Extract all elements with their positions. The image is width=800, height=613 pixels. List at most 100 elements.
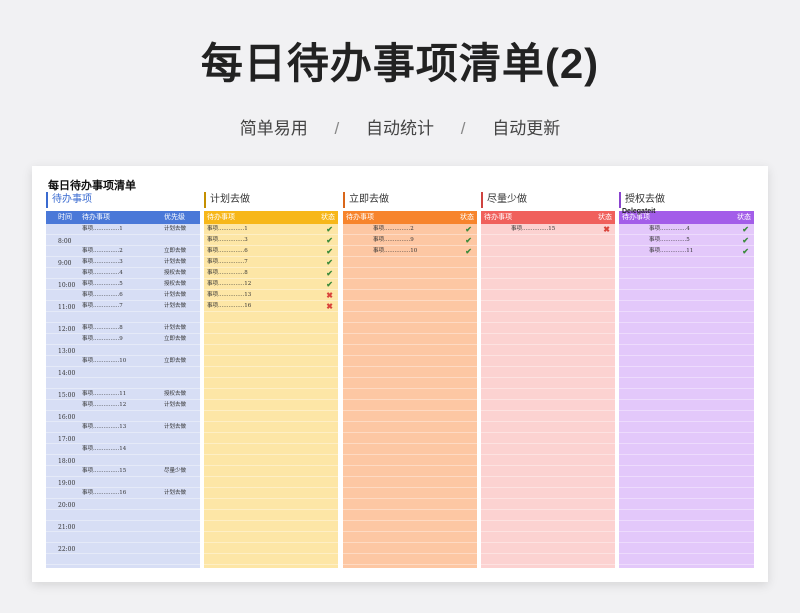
schedule-row: 事项...............5 授权去做 xyxy=(46,279,200,290)
time-label: 22:00 xyxy=(58,546,76,553)
quadrant-row: 事项...............6 ✔ xyxy=(204,246,338,257)
plan-heading: 计划去做 xyxy=(204,192,338,208)
check-icon: ✔ xyxy=(326,279,333,289)
check-icon: ✔ xyxy=(326,235,333,245)
schedule-row: 事项...............15 尽量少做 xyxy=(46,466,200,477)
task-text: 事项...............15 xyxy=(511,226,556,232)
task-text: 事项...............8 xyxy=(82,325,123,331)
task-text: 事项...............1 xyxy=(207,226,248,232)
plan-header-bar: 待办事项 状态 xyxy=(204,211,338,224)
time-label: 20:00 xyxy=(58,502,76,509)
separator: / xyxy=(334,119,340,138)
task-text: 事项...............13 xyxy=(207,292,252,298)
schedule-row: 事项...............1 计划去做 xyxy=(46,224,200,235)
status-column-header: 状态 xyxy=(598,213,612,221)
priority-text: 计划去做 xyxy=(164,490,187,496)
quadrant-row: 事项...............15 ✖ xyxy=(481,224,615,235)
cross-icon: ✖ xyxy=(326,290,333,300)
quadrant-row: 事项...............7 ✔ xyxy=(204,257,338,268)
task-text: 事项...............8 xyxy=(207,270,248,276)
priority-text: 尽量少做 xyxy=(164,468,187,474)
schedule-header-bar: 时间 待办事项 优先级 xyxy=(46,211,200,224)
task-text: 事项...............16 xyxy=(207,303,252,309)
todo-sheet: 每日待办事项清单 待办事项 时间 待办事项 优先级 8:00 9:00 10:00 1… xyxy=(32,166,768,582)
task-text: 事项...............14 xyxy=(82,446,127,452)
quadrant-row: 事项...............1 ✔ xyxy=(204,224,338,235)
delegate-heading: 授权去做 xyxy=(619,192,754,208)
task-text: 事项...............12 xyxy=(82,402,127,408)
priority-column-header: 优先级 xyxy=(164,213,185,221)
task-text: 事项...............15 xyxy=(82,468,127,474)
priority-text: 授权去做 xyxy=(164,281,187,287)
sheet-title: 每日待办事项清单 xyxy=(48,179,136,192)
quadrant-row: 事项...............9 ✔ xyxy=(343,235,477,246)
check-icon: ✔ xyxy=(742,246,749,256)
quadrant-row: 事项...............8 ✔ xyxy=(204,268,338,279)
priority-text: 计划去做 xyxy=(164,325,187,331)
task-text: 事项...............1 xyxy=(82,226,123,232)
quadrant-row: 事项...............16 ✖ xyxy=(204,301,338,312)
time-slot: 14:00 xyxy=(46,368,200,379)
time-slot: 22:00 xyxy=(46,544,200,555)
task-column-header: 待办事项 xyxy=(207,213,235,221)
schedule-row: 事项...............14 xyxy=(46,444,200,455)
task-text: 事项...............6 xyxy=(82,292,123,298)
task-text: 事项...............11 xyxy=(649,248,694,254)
check-icon: ✔ xyxy=(465,235,472,245)
schedule-row: 事项...............13 计划去做 xyxy=(46,422,200,433)
quadrant-row: 事项...............13 ✖ xyxy=(204,290,338,301)
task-text: 事项...............5 xyxy=(82,281,123,287)
page-title: 每日待办事项清单(2) xyxy=(200,40,600,87)
schedule-body: 8:00 9:00 10:00 11:00 12:00 13:00 14:00 15:00 16… xyxy=(46,224,200,568)
schedule-row: 事项...............9 立即去做 xyxy=(46,334,200,345)
feature-tag: 简单易用 xyxy=(239,119,308,138)
quadrant-row: 事项...............11 ✔ xyxy=(619,246,754,257)
status-column-header: 状态 xyxy=(460,213,474,221)
task-text: 事项...............2 xyxy=(373,226,414,232)
task-text: 事项...............13 xyxy=(82,424,127,430)
quadrant-row: 事项...............12 ✔ xyxy=(204,279,338,290)
task-column-header: 待办事项 xyxy=(346,213,374,221)
cross-icon: ✖ xyxy=(603,224,610,234)
check-icon: ✔ xyxy=(465,224,472,234)
less-header-bar: 待办事项 状态 xyxy=(481,211,615,224)
schedule-row: 事项...............2 立即去做 xyxy=(46,246,200,257)
task-text: 事项...............12 xyxy=(207,281,252,287)
task-text: 事项...............7 xyxy=(82,303,123,309)
feature-tag: 自动更新 xyxy=(492,119,561,138)
task-text: 事项...............5 xyxy=(649,237,690,243)
time-label: 14:00 xyxy=(58,370,76,377)
quadrant-row: 事项...............2 ✔ xyxy=(343,224,477,235)
priority-text: 计划去做 xyxy=(164,292,187,298)
time-label: 21:00 xyxy=(58,524,76,531)
quadrant-row: 事项...............10 ✔ xyxy=(343,246,477,257)
plan-column: 计划去做 待办事项 状态 事项...............1 ✔ 事项......… xyxy=(204,192,338,568)
time-column-header: 时间 xyxy=(58,213,72,221)
quadrant-row: 事项...............5 ✔ xyxy=(619,235,754,246)
task-text: 事项...............7 xyxy=(207,259,248,265)
time-slot: 21:00 xyxy=(46,522,200,533)
less-column: 尽量少做 待办事项 状态 事项...............15 ✖ xyxy=(481,192,615,568)
task-text: 事项...............4 xyxy=(82,270,123,276)
separator: / xyxy=(460,119,466,138)
delegate-body: 事项...............4 ✔ 事项...............5 ✔ 事项… xyxy=(619,224,754,568)
feature-tags: 简单易用 / 自动统计 / 自动更新 xyxy=(0,114,800,139)
now-header-bar: 待办事项 状态 xyxy=(343,211,477,224)
check-icon: ✔ xyxy=(465,246,472,256)
plan-body: 事项...............1 ✔ 事项...............3 ✔ 事项… xyxy=(204,224,338,568)
feature-tag: 自动统计 xyxy=(366,119,434,138)
status-column-header: 状态 xyxy=(737,213,751,221)
delegate-column: 授权去做 待办事项 状态 Delegateit 事项..............… xyxy=(619,192,754,568)
priority-text: 计划去做 xyxy=(164,402,187,408)
schedule-row: 事项...............8 计划去做 xyxy=(46,323,200,334)
check-icon: ✔ xyxy=(326,246,333,256)
schedule-row: 事项...............7 计划去做 xyxy=(46,301,200,312)
schedule-row: 事项...............6 计划去做 xyxy=(46,290,200,301)
task-text: 事项...............6 xyxy=(207,248,248,254)
priority-text: 立即去做 xyxy=(164,336,187,342)
priority-text: 计划去做 xyxy=(164,226,187,232)
priority-text: 立即去做 xyxy=(164,358,187,364)
cross-icon: ✖ xyxy=(326,301,333,311)
priority-text: 计划去做 xyxy=(164,259,187,265)
task-text: 事项...............3 xyxy=(82,259,123,265)
